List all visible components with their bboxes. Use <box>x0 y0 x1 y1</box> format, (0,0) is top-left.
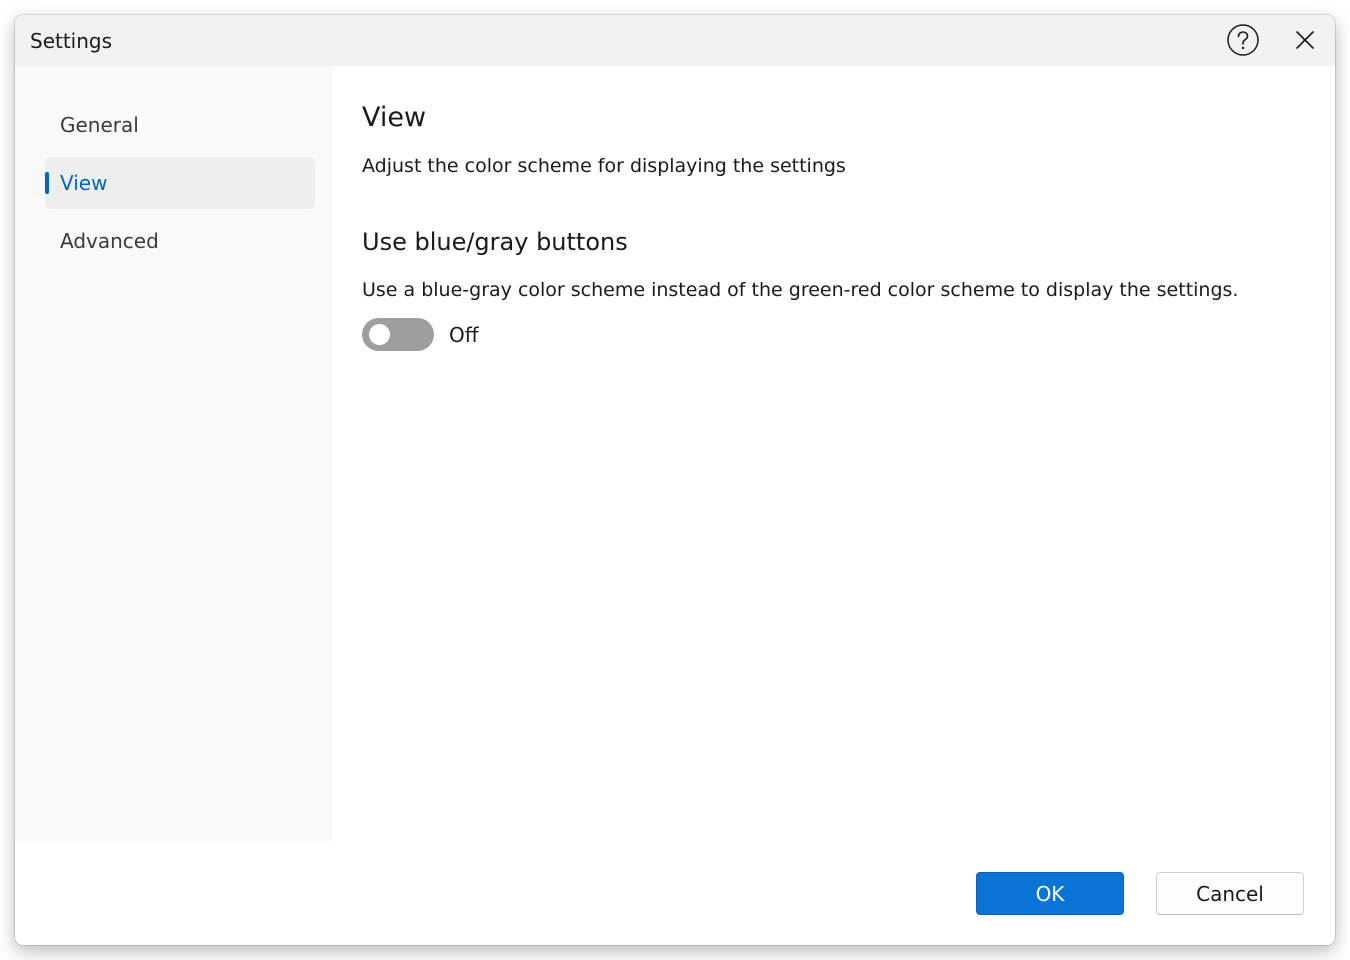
sidebar-item-label: View <box>60 171 108 195</box>
sidebar-item-label: General <box>60 113 139 137</box>
blue-gray-toggle[interactable] <box>362 318 434 351</box>
cancel-button[interactable]: Cancel <box>1156 872 1304 915</box>
ok-button[interactable]: OK <box>976 872 1124 915</box>
toggle-state-label: Off <box>449 323 479 347</box>
sidebar-item-view[interactable]: View <box>45 157 315 209</box>
help-button[interactable] <box>1227 24 1259 56</box>
close-button[interactable] <box>1291 26 1319 54</box>
dialog-footer: OK Cancel <box>15 841 1335 945</box>
toggle-knob <box>369 324 390 345</box>
sidebar-item-label: Advanced <box>60 229 159 253</box>
page-title: View <box>362 102 427 133</box>
close-icon <box>1296 31 1314 49</box>
selection-indicator <box>45 172 49 194</box>
setting-title: Use blue/gray buttons <box>362 228 628 256</box>
sidebar-item-general[interactable]: General <box>45 99 315 151</box>
title-bar: Settings <box>15 15 1335 66</box>
content-pane: View Adjust the color scheme for display… <box>332 66 1335 841</box>
window-title: Settings <box>30 29 113 53</box>
help-circle-icon <box>1227 24 1259 56</box>
sidebar-nav: General View Advanced <box>15 66 332 841</box>
page-description: Adjust the color scheme for displaying t… <box>362 155 846 177</box>
settings-dialog: Settings General View Advanced View Adju… <box>15 15 1335 945</box>
sidebar-item-advanced[interactable]: Advanced <box>45 215 315 267</box>
setting-description: Use a blue-gray color scheme instead of … <box>362 279 1239 301</box>
